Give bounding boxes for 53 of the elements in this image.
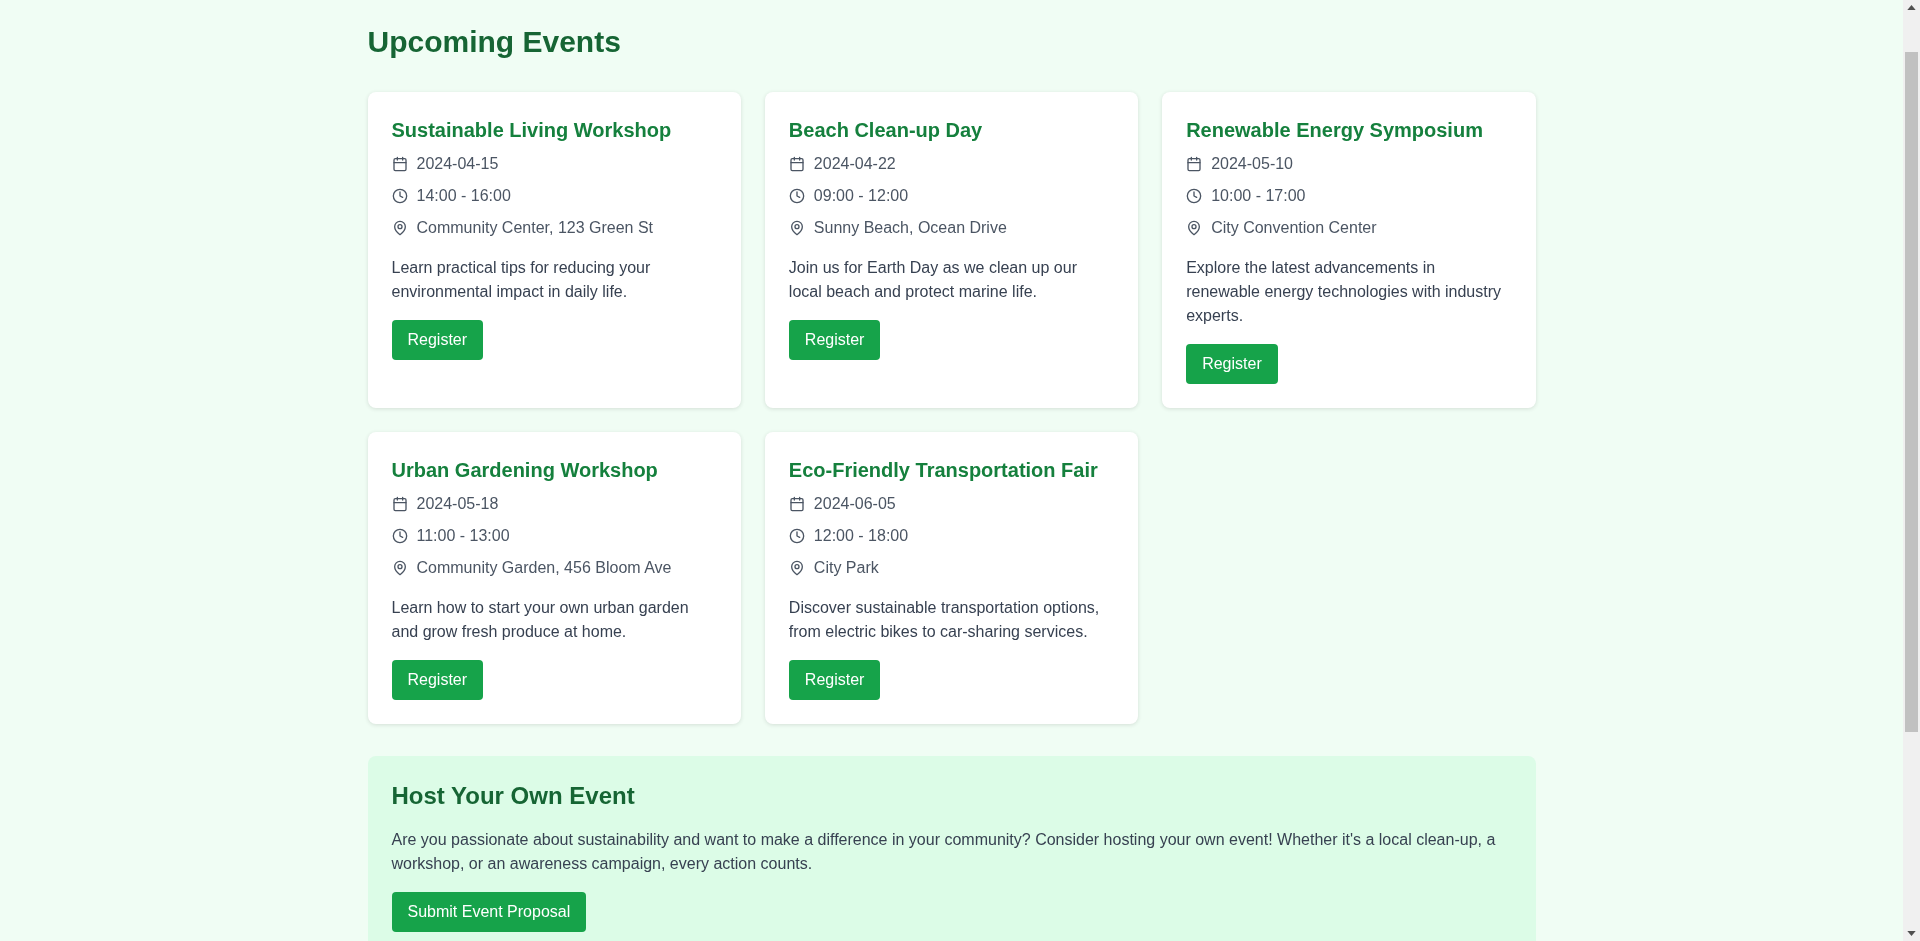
- calendar-icon: [788, 496, 805, 512]
- event-description: Learn how to start your own urban garden and grow fresh produce at home.: [391, 598, 690, 642]
- calendar-icon: [391, 496, 408, 512]
- clock-icon: [1186, 188, 1203, 204]
- event-location: City Park: [813, 558, 879, 578]
- register-button[interactable]: Register: [788, 660, 881, 700]
- clock-icon: [391, 528, 408, 544]
- map-pin-icon: [1186, 220, 1203, 236]
- page-title: Upcoming Events: [367, 24, 622, 60]
- event-date: 2024-04-15: [416, 154, 499, 174]
- clock-icon: [788, 188, 805, 204]
- event-title: Beach Clean-up Day: [788, 118, 984, 143]
- calendar-icon: [391, 156, 408, 172]
- event-time: 14:00 - 16:00: [416, 186, 511, 206]
- event-description: Join us for Earth Day as we clean up our local beach and protect marine life.: [788, 258, 1078, 302]
- register-button[interactable]: Register: [391, 660, 484, 700]
- register-button[interactable]: Register: [1186, 344, 1278, 384]
- event-time: 12:00 - 18:00: [813, 526, 909, 546]
- calendar-icon: [1186, 156, 1203, 172]
- event-date: 2024-05-18: [416, 494, 499, 514]
- event-location: City Convention Center: [1211, 218, 1377, 238]
- host-description: Are you passionate about sustainability and want to make a difference in your community? Consider hosting your own event! Whether it's a local clean-up, a workshop, or an awareness campaign, every action counts.: [391, 830, 1497, 874]
- register-button[interactable]: Register: [788, 320, 881, 360]
- event-location: Sunny Beach, Ocean Drive: [813, 218, 1007, 238]
- submit-proposal-button[interactable]: Submit Event Proposal: [391, 892, 587, 932]
- event-time: 09:00 - 12:00: [813, 186, 909, 206]
- event-title: Urban Gardening Workshop: [391, 458, 659, 483]
- scrollbar[interactable]: [1903, 0, 1920, 941]
- event-time: 11:00 - 13:00: [416, 526, 510, 546]
- register-button[interactable]: Register: [391, 320, 484, 360]
- event-date: 2024-06-05: [813, 494, 896, 514]
- event-date: 2024-05-10: [1211, 154, 1293, 174]
- event-location: Community Garden, 456 Bloom Ave: [416, 558, 672, 578]
- map-pin-icon: [391, 560, 408, 576]
- event-title: Renewable Energy Symposium: [1186, 118, 1484, 143]
- map-pin-icon: [788, 220, 805, 236]
- clock-icon: [391, 188, 408, 204]
- map-pin-icon: [788, 560, 805, 576]
- host-title: Host Your Own Event: [391, 781, 636, 811]
- calendar-icon: [788, 156, 805, 172]
- event-date: 2024-04-22: [813, 154, 896, 174]
- event-location: Community Center, 123 Green St: [416, 218, 654, 238]
- event-title: Eco-Friendly Transportation Fair: [788, 458, 1099, 483]
- event-description: Learn practical tips for reducing your environmental impact in daily life.: [391, 258, 652, 302]
- map-pin-icon: [391, 220, 408, 236]
- scroll-down-icon[interactable]: [1907, 931, 1916, 936]
- scrollbar-thumb[interactable]: [1905, 52, 1918, 732]
- clock-icon: [788, 528, 805, 544]
- event-description: Discover sustainable transportation options, from electric bikes to car-sharing services.: [788, 598, 1101, 642]
- event-description: Explore the latest advancements in renewable energy technologies with industry experts.: [1186, 258, 1502, 326]
- event-time: 10:00 - 17:00: [1211, 186, 1306, 206]
- scroll-up-icon[interactable]: [1907, 5, 1916, 10]
- event-title: Sustainable Living Workshop: [391, 118, 673, 143]
